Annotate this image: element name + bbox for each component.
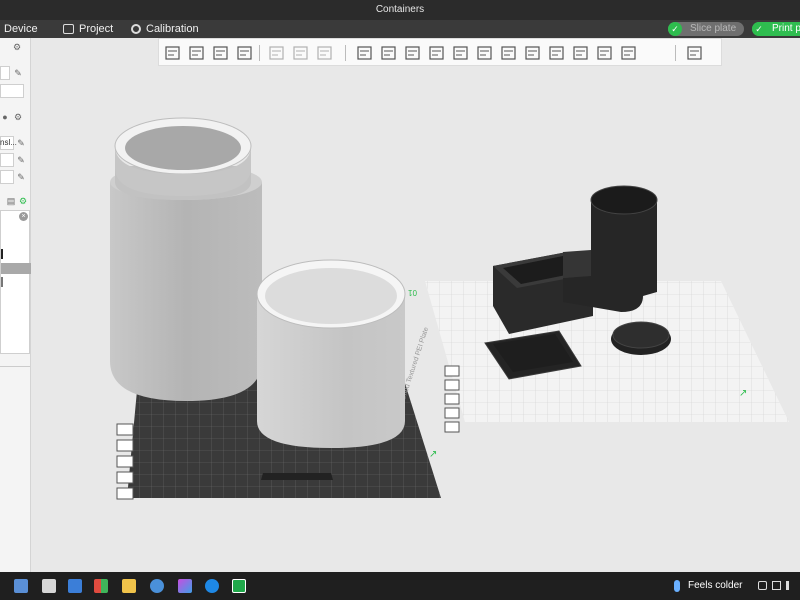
plate-orient-icon[interactable] bbox=[116, 471, 134, 484]
tall-container-model[interactable] bbox=[110, 117, 262, 401]
print-dropdown-icon[interactable]: ✓ bbox=[752, 22, 766, 36]
right-plate-tools bbox=[444, 365, 460, 433]
mail-icon[interactable] bbox=[68, 579, 82, 593]
left-sidebar: ⚙ ✎ ● ⚙ nsl... ✎ ✎ ✎ ▤ ⚙ × bbox=[0, 38, 31, 572]
plate-orient-icon-2[interactable] bbox=[444, 407, 460, 419]
menu-project-label: Project bbox=[79, 23, 114, 35]
menu-bar: Device Project Calibration ✓ Slice plate… bbox=[0, 20, 800, 38]
slice-dropdown-icon[interactable]: ✓ bbox=[668, 22, 682, 36]
measure-icon[interactable] bbox=[571, 43, 591, 63]
plate-delete-icon-2[interactable] bbox=[444, 421, 460, 433]
arrange-icon[interactable] bbox=[235, 43, 255, 63]
view-icon[interactable] bbox=[685, 43, 705, 63]
mesh-boolean-icon[interactable] bbox=[475, 43, 495, 63]
list-item[interactable] bbox=[1, 249, 3, 259]
3d-viewport[interactable]: Bambu Textured PEI Plate 02 ↗ bbox=[31, 66, 800, 572]
plate-arrange-icon-2[interactable] bbox=[444, 393, 460, 405]
filament-settings-icon[interactable]: ⚙ bbox=[13, 112, 23, 122]
menu-device[interactable]: Device bbox=[4, 20, 38, 38]
move-icon[interactable] bbox=[355, 43, 375, 63]
variable-height-icon[interactable] bbox=[315, 43, 335, 63]
lay-on-face-icon[interactable] bbox=[427, 43, 447, 63]
sidebar-divider bbox=[0, 366, 30, 367]
tray-overflow-icon[interactable] bbox=[758, 581, 767, 590]
object-list-icon[interactable]: ▤ bbox=[6, 196, 16, 206]
menu-calibration[interactable]: Calibration bbox=[131, 20, 199, 38]
toolbar-separator bbox=[675, 45, 676, 61]
support-paint-icon[interactable] bbox=[499, 43, 519, 63]
menu-device-label: Device bbox=[4, 23, 38, 35]
round-lid-model[interactable] bbox=[611, 321, 671, 355]
plate-delete-icon[interactable] bbox=[116, 487, 134, 500]
plate-eye-icon-2[interactable] bbox=[444, 365, 460, 377]
main-toolbar bbox=[158, 38, 722, 66]
window-title-bar: Containers bbox=[0, 0, 800, 20]
split-objects-icon[interactable] bbox=[267, 43, 287, 63]
folder-icon[interactable] bbox=[122, 579, 136, 593]
weather-icon[interactable] bbox=[674, 580, 680, 592]
toolbar-separator bbox=[345, 45, 346, 61]
object-settings-icon[interactable]: ⚙ bbox=[18, 196, 28, 206]
seam-paint-icon[interactable] bbox=[523, 43, 543, 63]
taskbar: Feels colder bbox=[0, 572, 800, 600]
toolbar-separator bbox=[259, 45, 260, 61]
plate-type-select[interactable] bbox=[0, 84, 24, 98]
edit-filament-3-icon[interactable]: ✎ bbox=[16, 172, 26, 182]
copilot-icon[interactable] bbox=[178, 579, 192, 593]
filament-slot-2[interactable] bbox=[0, 153, 14, 167]
add-object-icon[interactable] bbox=[163, 43, 183, 63]
edit-printer-icon[interactable]: ✎ bbox=[13, 68, 23, 78]
filament-slot-label: nsl... bbox=[0, 138, 17, 147]
print-plate-label: Print p bbox=[772, 23, 800, 34]
volume-icon[interactable] bbox=[786, 581, 795, 590]
plate-arrow-right: ↗ bbox=[739, 388, 747, 399]
edit-filament-1-icon[interactable]: ✎ bbox=[16, 138, 26, 148]
menu-calibration-label: Calibration bbox=[146, 23, 199, 35]
split-parts-icon[interactable] bbox=[291, 43, 311, 63]
object-list-panel[interactable]: × bbox=[0, 210, 31, 354]
close-icon[interactable]: × bbox=[19, 212, 28, 221]
list-item-selected[interactable] bbox=[1, 263, 31, 274]
scale-icon[interactable] bbox=[403, 43, 423, 63]
settings-gear-icon[interactable]: ⚙ bbox=[12, 42, 22, 52]
rotate-icon[interactable] bbox=[379, 43, 399, 63]
filament-slot-3[interactable] bbox=[0, 170, 14, 184]
plate-arrange-icon[interactable] bbox=[116, 455, 134, 468]
mirror-icon[interactable] bbox=[619, 43, 639, 63]
file-explorer-icon[interactable] bbox=[14, 579, 28, 593]
plate-eye-icon[interactable] bbox=[116, 423, 134, 436]
left-plate-tools bbox=[116, 423, 134, 500]
black-tower-model[interactable] bbox=[563, 185, 658, 312]
assembly-icon[interactable] bbox=[595, 43, 615, 63]
edit-filament-2-icon[interactable]: ✎ bbox=[16, 155, 26, 165]
printer-select[interactable] bbox=[0, 66, 10, 80]
calibration-icon bbox=[131, 24, 141, 34]
plate-lock-icon[interactable] bbox=[116, 439, 134, 452]
apps-icon[interactable] bbox=[94, 579, 108, 593]
print-plate-button[interactable]: ✓ Print p bbox=[752, 22, 800, 36]
menu-project[interactable]: Project bbox=[63, 20, 113, 38]
edge-icon[interactable] bbox=[205, 579, 219, 593]
plate-number-right: 01 bbox=[408, 288, 417, 297]
list-item[interactable] bbox=[1, 277, 3, 287]
project-icon bbox=[63, 24, 74, 34]
bambu-studio-icon[interactable] bbox=[232, 579, 246, 593]
auto-orient-icon[interactable] bbox=[211, 43, 231, 63]
weather-text[interactable]: Feels colder bbox=[688, 580, 742, 591]
browser-icon[interactable] bbox=[150, 579, 164, 593]
store-icon[interactable] bbox=[42, 579, 56, 593]
add-plate-icon[interactable] bbox=[187, 43, 207, 63]
plate-lock-icon-2[interactable] bbox=[444, 379, 460, 391]
cut-icon[interactable] bbox=[451, 43, 471, 63]
slice-plate-label: Slice plate bbox=[690, 23, 737, 34]
short-container-model[interactable] bbox=[256, 259, 406, 448]
plate-arrow-left: ↗ bbox=[429, 449, 437, 460]
slice-plate-button[interactable]: ✓ Slice plate bbox=[668, 22, 744, 36]
filament-icon[interactable]: ● bbox=[0, 112, 10, 122]
text-icon[interactable] bbox=[547, 43, 567, 63]
network-icon[interactable] bbox=[772, 581, 781, 590]
window-title: Containers bbox=[375, 4, 425, 15]
